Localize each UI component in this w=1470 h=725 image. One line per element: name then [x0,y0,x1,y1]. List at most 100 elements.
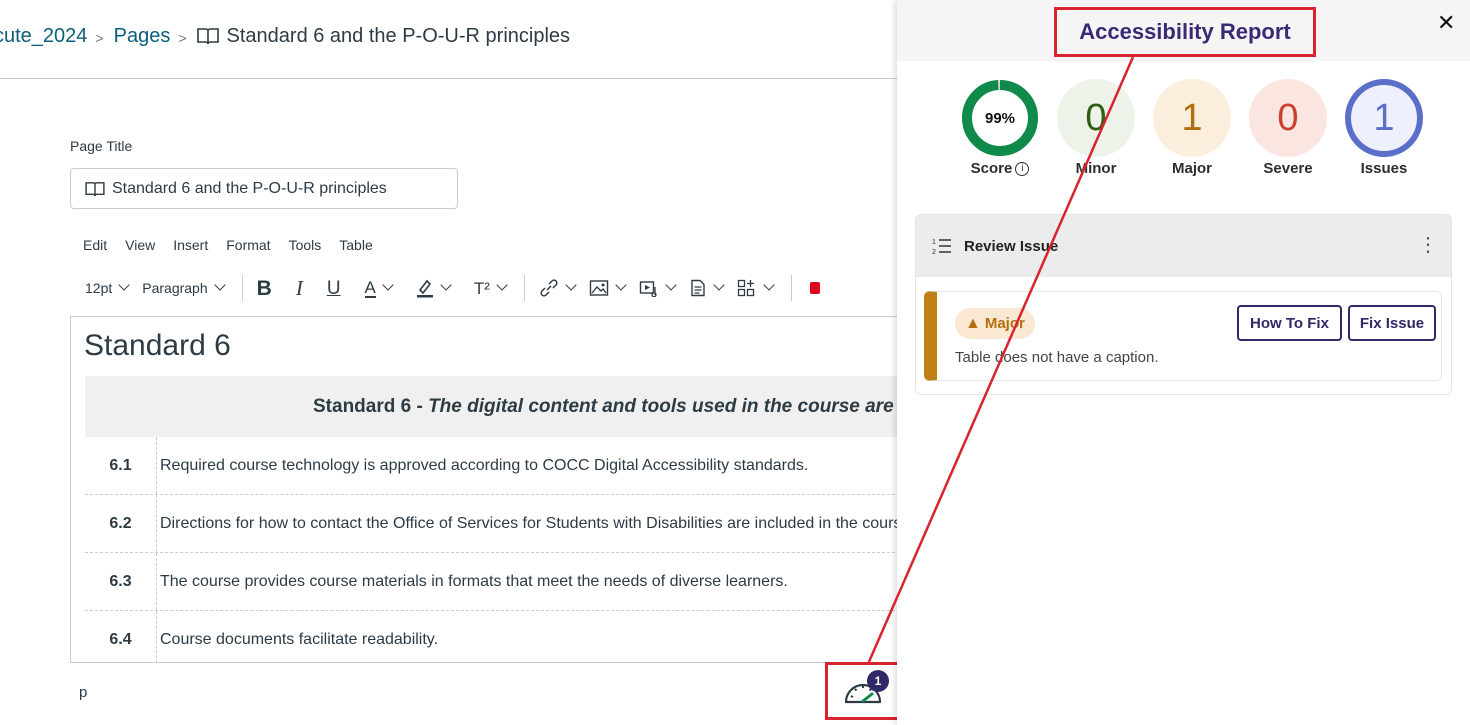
score-label: Score i [971,160,1030,177]
element-path-status[interactable]: p [79,684,87,701]
row-text: Directions for how to contact the Office… [160,514,910,532]
issues-circle: 1 [1345,79,1423,157]
table-row: 6.3 The course provides course materials… [85,553,910,611]
minor-label: Minor [1075,160,1117,177]
row-number: 6.1 [85,437,157,494]
score-ring: 99% [961,79,1039,157]
more-options-icon[interactable]: ⋮ [1418,235,1438,255]
block-format-select[interactable]: Paragraph [142,279,226,296]
editor-toolbar: 12pt Paragraph B I U A T² [85,272,820,304]
chevron-down-icon [496,279,508,291]
book-icon [196,28,219,45]
editor-menubar: Edit View Insert Format Tools Table [83,237,391,253]
superscript-button[interactable]: T² [473,278,508,298]
underline-icon: U [326,277,341,299]
score-value: 99% [984,109,1016,127]
rich-content-editor[interactable]: Standard 6 Standard 6 - The digital cont… [70,316,910,663]
fix-issue-button[interactable]: Fix Issue [1348,305,1436,341]
table-row: 6.4 Course documents facilitate readabil… [85,611,910,662]
review-issue-card: 1 2 Review Issue ⋮ ▲ Major Table does no… [915,214,1452,395]
issue-count-badge: 1 [867,670,889,692]
breadcrumb-current: Standard 6 and the P-O-U-R principles [196,24,571,48]
breadcrumb-course-link[interactable]: cute_2024 [0,25,87,48]
header-divider [0,78,897,79]
severe-label: Severe [1263,160,1313,177]
link-icon [540,279,558,297]
row-number: 6.3 [85,553,157,610]
italic-icon: I [295,275,303,300]
bold-icon: B [256,276,272,300]
menu-table[interactable]: Table [339,237,372,253]
issue-message: Table does not have a caption. [955,349,1159,366]
underline-button[interactable]: U [327,279,341,298]
highlight-color-button[interactable] [416,278,452,298]
text-color-button[interactable]: A [364,277,394,298]
document-icon [691,279,705,297]
row-number: 6.2 [85,495,157,552]
font-size-value: 12pt [85,280,113,296]
annotation-highlight-box: Accessibility Report [1054,7,1316,57]
severity-badge: ▲ Major [955,308,1035,339]
issues-stat: 1 Issues [1336,79,1432,177]
chevron-down-icon [713,279,725,291]
chevron-down-icon [440,279,452,291]
row-text: The course provides course materials in … [160,572,788,590]
major-circle: 1 [1153,79,1231,157]
page-title-input[interactable]: Standard 6 and the P-O-U-R principles [70,168,458,209]
page-title-label: Page Title [70,138,133,154]
link-button[interactable] [539,279,577,297]
menu-insert[interactable]: Insert [173,237,208,253]
minor-stat: 0 Minor [1048,79,1144,177]
apps-button[interactable] [737,279,775,297]
breadcrumb-separator: > [95,30,104,46]
issue-item: ▲ Major Table does not have a caption. H… [924,291,1442,381]
chevron-down-icon [118,279,130,291]
table-row: 6.2 Directions for how to contact the Of… [85,495,910,553]
toolbar-divider [241,275,243,301]
chevron-down-icon [763,279,775,291]
chevron-down-icon [382,279,394,291]
severe-stat: 0 Severe [1240,79,1336,177]
info-icon[interactable]: i [1015,161,1030,176]
how-to-fix-button[interactable]: How To Fix [1237,305,1342,341]
major-stat: 1 Major [1144,79,1240,177]
menu-format[interactable]: Format [226,237,270,253]
media-icon [639,281,657,297]
major-count: 1 [1181,96,1203,139]
issues-count: 1 [1373,96,1395,139]
close-icon[interactable]: ✕ [1437,12,1455,34]
menu-view[interactable]: View [125,237,155,253]
tray-title: Accessibility Report [1079,19,1291,44]
menu-tools[interactable]: Tools [289,237,322,253]
tray-header: Accessibility Report ✕ [897,0,1470,61]
toolbar-divider [523,275,525,301]
block-format-value: Paragraph [142,280,208,296]
media-button[interactable] [639,279,677,297]
text-color-icon: A [364,277,376,298]
breadcrumb: cute_2024 > Pages > Standard 6 and the P… [0,22,570,50]
font-size-select[interactable]: 12pt [85,279,130,296]
svg-text:2: 2 [932,249,936,255]
breadcrumb-pages-link[interactable]: Pages [114,25,171,48]
accessibility-report-tray: Accessibility Report ✕ 99% Score i 0 Mino… [897,0,1470,725]
row-number: 6.4 [85,611,157,662]
superscript-icon: T² [473,278,490,298]
numbered-list-icon: 1 2 [932,239,951,255]
breadcrumb-current-label: Standard 6 and the P-O-U-R principles [226,24,571,47]
menu-edit[interactable]: Edit [83,237,107,253]
highlighter-icon [416,279,433,298]
severe-count: 0 [1277,96,1299,139]
review-issue-title: Review Issue [964,237,1059,255]
row-text: Required course technology is approved a… [160,456,809,474]
italic-button[interactable]: I [295,275,303,300]
chevron-down-icon [213,279,226,291]
record-icon[interactable] [809,282,820,294]
image-button[interactable] [589,279,627,297]
bold-button[interactable]: B [257,278,272,299]
summary-stats: 99% Score i 0 Minor 1 Major 0 Severe 1 I… [952,79,1432,177]
document-button[interactable] [689,279,725,297]
row-text: Course documents facilitate readability. [160,630,439,648]
table-row: 6.1 Required course technology is approv… [85,437,910,495]
table-header-cell: Standard 6 - The digital content and too… [85,376,910,437]
table-header-italic: The digital content and tools used in th… [428,395,910,417]
